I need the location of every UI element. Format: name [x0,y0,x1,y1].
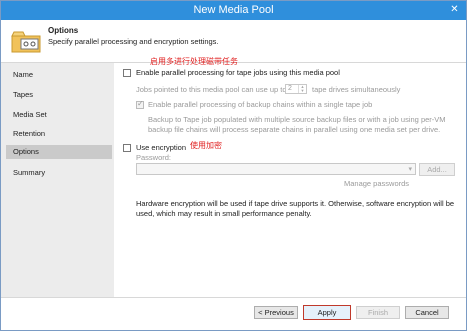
chains-description-line1: Backup to Tape job populated with multip… [148,115,446,124]
parallel-processing-label: Enable parallel processing for tape jobs… [136,68,340,77]
annotation-encryption: 使用加密 [190,141,222,150]
options-panel: 启用多进行处理磁带任务 Enable parallel processing f… [115,57,465,297]
close-button[interactable]: ✕ [447,3,462,16]
window-title: New Media Pool [193,4,274,16]
sidebar-item-name[interactable]: Name [6,68,112,82]
parallel-chains-checkbox[interactable] [136,99,144,109]
jobs-prefix-label: Jobs pointed to this media pool can use … [136,85,287,94]
password-label: Password: [136,153,172,162]
sidebar-item-summary[interactable]: Summary [6,166,112,180]
sidebar-item-media-set[interactable]: Media Set [6,108,112,122]
wizard-steps-sidebar: Name Tapes Media Set Retention Options S… [1,63,114,297]
page-title: Options [48,26,79,35]
tape-drives-stepper[interactable]: 2 ▲ ▼ [285,84,307,94]
password-select[interactable]: ▾ [136,163,416,175]
hardware-encryption-note-line1: Hardware encryption will be used if tape… [136,199,455,208]
sidebar-item-retention[interactable]: Retention [6,127,112,141]
sidebar-item-options[interactable]: Options [6,145,112,159]
stepper-arrows-icon[interactable]: ▲ ▼ [298,85,306,93]
parallel-chains-label: Enable parallel processing of backup cha… [148,100,373,109]
manage-passwords-link[interactable]: Manage passwords [344,179,409,188]
use-encryption-label: Use encryption [136,143,187,152]
new-media-pool-dialog: New Media Pool ✕ Options Specify paralle… [0,0,467,331]
use-encryption-checkbox[interactable] [123,144,131,152]
tape-drives-value: 2 [288,85,292,92]
chains-description-line2: backup file chains will process separate… [148,125,441,134]
jobs-suffix-label: tape drives simultaneously [312,85,401,94]
previous-button[interactable]: < Previous [254,306,298,319]
add-password-button[interactable]: Add... [419,163,455,176]
chevron-down-icon: ▾ [408,166,412,173]
apply-button[interactable]: Apply [303,305,351,320]
title-bar: New Media Pool ✕ [1,1,466,20]
parallel-processing-checkbox[interactable] [123,69,131,77]
wizard-footer: < Previous Apply Finish Cancel [1,298,466,330]
page-subtitle: Specify parallel processing and encrypti… [48,37,219,46]
finish-button[interactable]: Finish [356,306,400,319]
media-pool-icon [10,28,42,54]
sidebar-item-tapes[interactable]: Tapes [6,88,112,102]
annotation-parallel: 启用多进行处理磁带任务 [150,57,238,66]
cancel-button[interactable]: Cancel [405,306,449,319]
hardware-encryption-note-line2: used, which may result in small performa… [136,209,312,218]
